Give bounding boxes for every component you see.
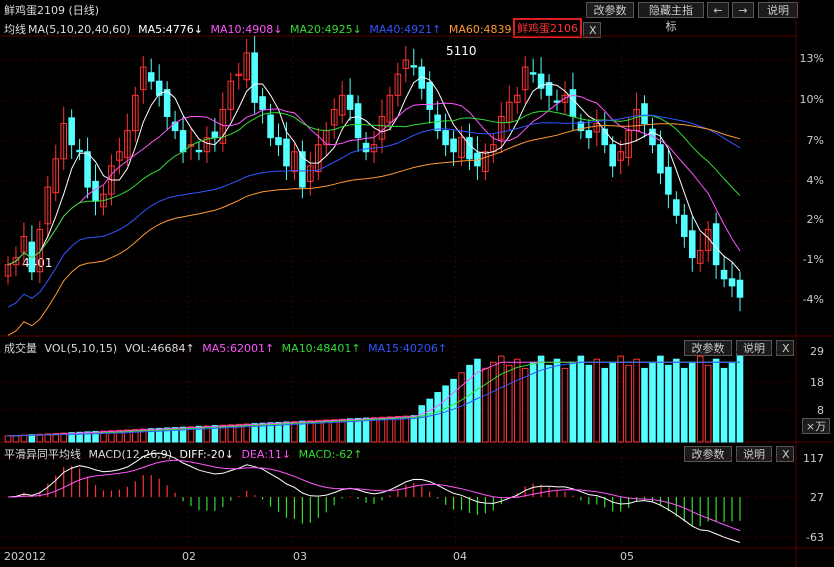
candle-body — [450, 138, 457, 153]
volume-bar — [490, 361, 497, 443]
candle-body — [275, 137, 282, 146]
volume-bar — [513, 358, 521, 443]
volume-bar — [20, 434, 28, 443]
volume-bar — [378, 416, 386, 443]
volume-bar — [498, 355, 505, 443]
volume-bar — [561, 367, 569, 443]
candle-body — [283, 138, 290, 167]
volume-bar — [688, 361, 696, 443]
volume-bar — [657, 355, 664, 443]
candle-body — [673, 199, 680, 216]
volume-bar — [641, 367, 648, 443]
candle-body — [720, 269, 728, 280]
volume-bar — [370, 417, 378, 443]
candle-body — [728, 278, 736, 287]
volume-bar — [617, 355, 624, 443]
volume-bar — [577, 355, 585, 443]
volume-bar — [736, 355, 744, 443]
candle-body — [657, 144, 664, 174]
ma5-line — [7, 76, 741, 272]
candle-body — [68, 117, 75, 146]
candle-body — [529, 72, 537, 75]
volume-bar — [338, 418, 346, 443]
candle-body — [665, 166, 672, 195]
candle-body — [442, 130, 449, 146]
volume-bar — [402, 415, 410, 443]
volume-bar — [585, 364, 593, 443]
candle-body — [712, 223, 720, 266]
candle-body — [569, 89, 577, 117]
volume-bar — [712, 358, 720, 443]
candle-body — [92, 180, 99, 202]
volume-bar — [521, 367, 529, 443]
candle-body — [681, 214, 688, 237]
candle-body — [211, 131, 219, 139]
volume-bar — [450, 378, 457, 443]
volume-bar — [569, 361, 577, 443]
candle-body — [84, 151, 91, 188]
volume-bar — [4, 435, 12, 443]
vol-ma10-line — [7, 361, 740, 437]
candle-body — [195, 149, 203, 153]
volume-bar — [442, 385, 449, 443]
volume-bar — [426, 398, 433, 443]
candle-body — [410, 65, 418, 68]
candle-body — [76, 149, 83, 153]
volume-bar — [720, 367, 728, 443]
candle-body — [346, 94, 354, 110]
volume-bar — [362, 417, 370, 443]
volume-bar — [537, 355, 545, 443]
volume-bar — [434, 392, 441, 443]
vol-ma5-line — [7, 361, 740, 437]
volume-bar — [609, 361, 616, 443]
volume-bar — [410, 415, 418, 443]
candle-body — [426, 82, 433, 110]
candle-body — [641, 103, 648, 125]
candle-body — [537, 73, 545, 89]
volume-bar — [673, 358, 680, 443]
candle-body — [251, 52, 258, 103]
volume-bar — [633, 358, 640, 443]
kline-chart[interactable] — [0, 0, 834, 567]
candle-body — [147, 72, 155, 82]
candle-body — [179, 130, 187, 153]
candle-body — [267, 114, 274, 139]
volume-bar — [553, 358, 561, 443]
volume-bar — [505, 364, 513, 443]
candle-body — [609, 144, 616, 167]
volume-bar — [12, 434, 20, 443]
volume-bar — [696, 355, 704, 443]
volume-bar — [704, 364, 712, 443]
candle-body — [259, 96, 266, 110]
volume-bar — [346, 418, 354, 443]
volume-bar — [386, 416, 394, 443]
volume-bar — [649, 361, 656, 443]
candle-body — [736, 279, 744, 298]
volume-bar — [394, 415, 402, 443]
volume-bar — [665, 364, 672, 443]
dea-line — [7, 459, 741, 532]
volume-bar — [545, 364, 553, 443]
candle-body — [362, 142, 370, 153]
candle-body — [601, 128, 609, 146]
candle-body — [466, 137, 473, 160]
candle-body — [585, 130, 593, 139]
candle-body — [163, 89, 171, 117]
candle-body — [434, 114, 441, 132]
candle-body — [688, 230, 696, 259]
volume-bar — [593, 358, 601, 443]
vol-ma15-line — [7, 361, 740, 437]
volume-bar — [354, 417, 362, 443]
volume-bar — [601, 367, 609, 443]
volume-bar — [625, 364, 632, 443]
volume-bar — [418, 405, 426, 443]
volume-bar — [681, 367, 688, 443]
candle-body — [354, 103, 362, 139]
volume-bar — [728, 361, 736, 443]
volume-bar — [482, 367, 489, 443]
